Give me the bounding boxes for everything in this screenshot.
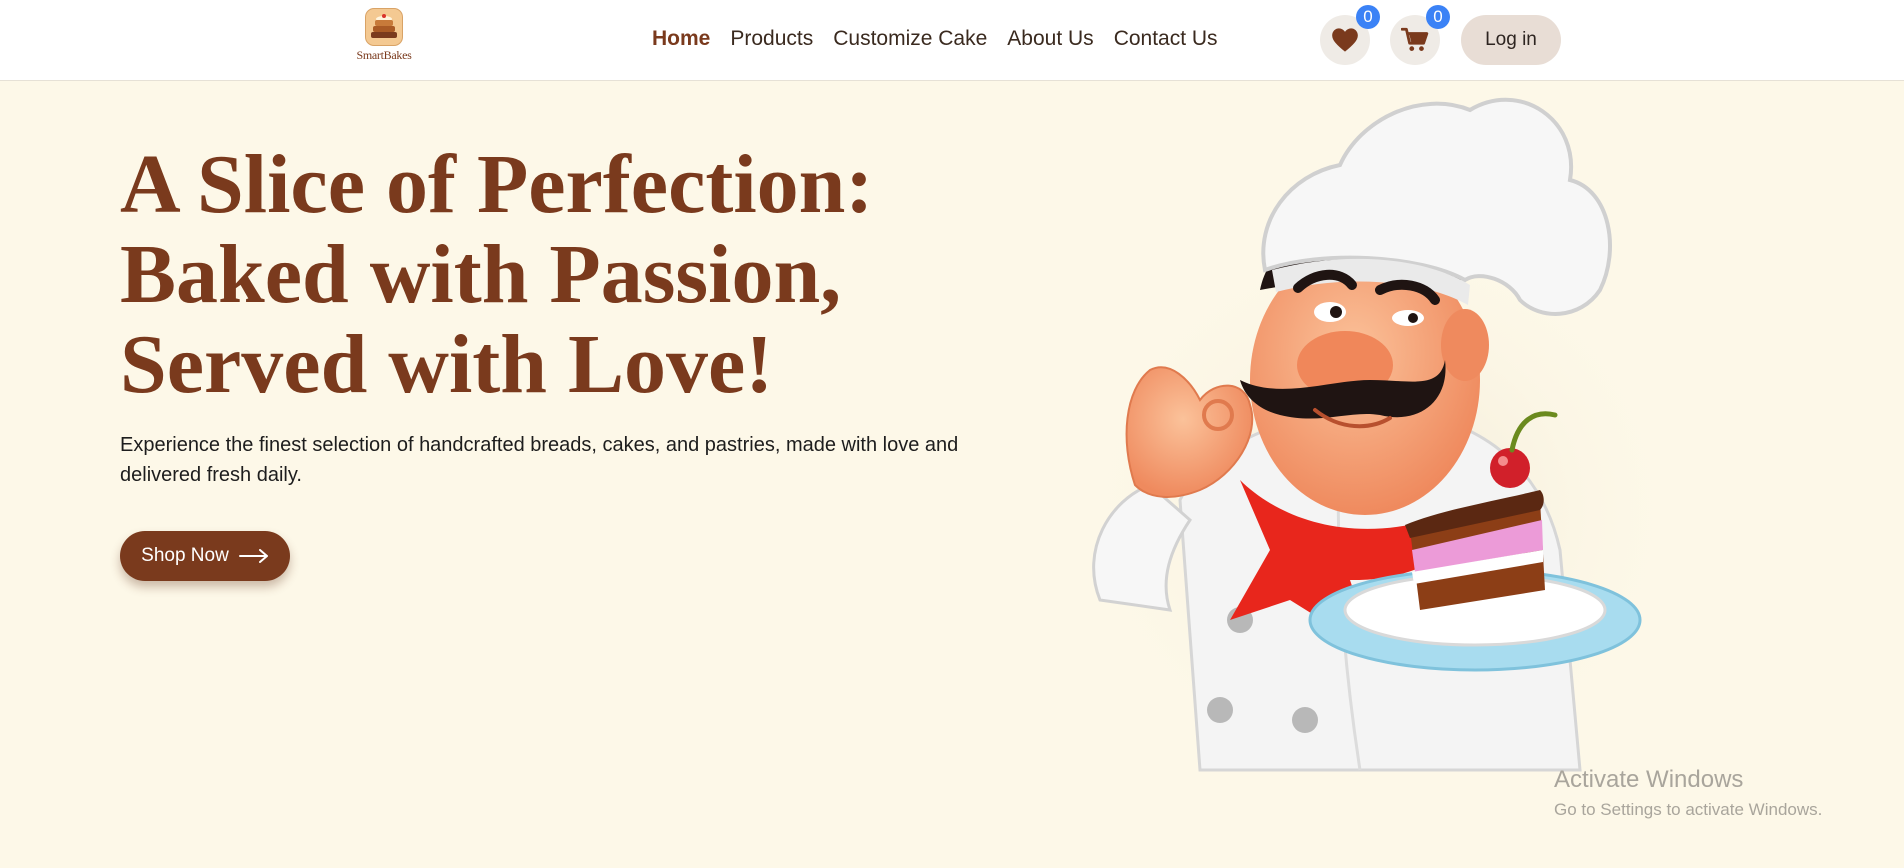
login-button[interactable]: Log in (1461, 15, 1561, 65)
navbar: SmartBakes Home Products Customize Cake … (0, 0, 1904, 81)
shop-now-label: Shop Now (141, 545, 229, 566)
wishlist-button[interactable]: 0 (1320, 5, 1380, 65)
page: SmartBakes Home Products Customize Cake … (0, 0, 1904, 868)
hero-description: Experience the finest selection of handc… (120, 434, 959, 486)
wishlist-count-badge: 0 (1356, 5, 1380, 29)
nav-contact-us[interactable]: Contact Us (1114, 27, 1218, 51)
main-nav: Home Products Customize Cake About Us Co… (652, 27, 1218, 51)
hero-title-line: A Slice of Perfection: (120, 138, 874, 231)
nav-products[interactable]: Products (730, 27, 813, 51)
chef-with-cake-illustration (1060, 97, 1700, 780)
nav-customize-cake[interactable]: Customize Cake (833, 27, 987, 51)
shop-now-button[interactable]: Shop Now (120, 531, 290, 581)
hero-title-line: Baked with Passion, (120, 228, 842, 321)
arrow-right-icon (238, 549, 268, 563)
watermark-title: Activate Windows (1554, 766, 1744, 793)
cart-button[interactable]: 0 (1390, 5, 1450, 65)
nav-home[interactable]: Home (652, 27, 710, 51)
cart-icon (1401, 27, 1429, 51)
logo-text: SmartBakes (356, 48, 412, 62)
cake-logo-icon (365, 8, 403, 46)
hero-title-line: Served with Love! (120, 318, 774, 411)
heart-icon (1332, 28, 1358, 52)
watermark-subtitle: Go to Settings to activate Windows. (1554, 800, 1823, 819)
hero-title: A Slice of Perfection: Baked with Passio… (120, 140, 1020, 410)
windows-activation-watermark: Activate Windows Go to Settings to activ… (1554, 766, 1822, 820)
nav-about-us[interactable]: About Us (1007, 27, 1093, 51)
logo[interactable]: SmartBakes (352, 8, 416, 62)
cart-count-badge: 0 (1426, 5, 1450, 29)
